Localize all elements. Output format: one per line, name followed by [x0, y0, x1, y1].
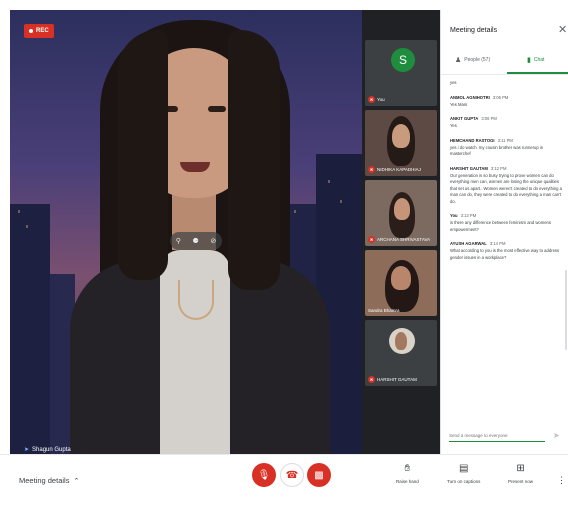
tab-people[interactable]: ♟ People (57): [455, 56, 490, 64]
mic-off-icon: ✖: [368, 96, 375, 103]
message-time: 3:12 PM: [490, 165, 507, 171]
message-sender: AYUSH AGARWAL: [450, 241, 487, 246]
chevron-up-icon: ⌃: [73, 477, 80, 485]
meet-window: REC ⚲ ⚈ ⊘ ➤ Shagun Gupta S ✖ You ✖ NIDHIKA…: [0, 0, 568, 505]
chat-message: ANKIT GUPTA 3:06 PM Yes: [450, 116, 497, 128]
participant-tiles: S ✖ You ✖ NIDHIKA KAPADHIAJ ✖ ARCHANA SHRIV…: [362, 10, 440, 454]
avatar: S: [391, 48, 415, 72]
leave-call-button[interactable]: ☎︎: [280, 463, 304, 487]
recording-label: REC: [36, 28, 49, 34]
message-time: 3:06 PM: [481, 116, 497, 121]
present-icon: ⊞: [516, 463, 525, 474]
participant-tile[interactable]: ✖ NIDHIKA KAPADHIAJ: [365, 110, 437, 176]
captions-icon: ▤: [458, 463, 469, 474]
message-sender: HEMCHAND RASTOGI: [450, 137, 495, 143]
chat-message: HEMCHAND RASTOGI 3:11 PM yes i do watch. …: [450, 137, 544, 157]
mic-off-icon: 🎙︎: [257, 469, 271, 481]
chat-message: ANMOL AGNIHOTRI 3:06 PM Yes Mam: [450, 94, 509, 107]
send-icon[interactable]: ➤: [553, 431, 560, 440]
people-icon: ♟: [455, 57, 462, 64]
mic-off-icon: ✖: [368, 166, 375, 173]
chat-message: AYUSH AGARWAL 3:14 PM What according to y…: [450, 241, 560, 260]
mic-toggle-button[interactable]: 🎙︎: [252, 463, 276, 487]
phone-hangup-icon: ☎︎: [285, 469, 299, 481]
chat-scrollbar[interactable]: [565, 270, 567, 350]
meeting-details-button[interactable]: Meeting details ⌃: [19, 476, 79, 485]
divider: [441, 74, 568, 75]
more-vert-icon[interactable]: ⋮: [557, 475, 566, 486]
meeting-details-panel: Meeting details ✕ ♟ People (57) ▮ Chat y…: [440, 10, 568, 454]
message-sender: HARSHIT GAUTAM: [450, 165, 488, 171]
remove-icon[interactable]: ⊘: [210, 237, 216, 245]
close-icon[interactable]: ✕: [558, 23, 567, 36]
main-video[interactable]: REC ⚲ ⚈ ⊘ ➤ Shagun Gupta: [10, 10, 362, 454]
speaker-name: ➤ Shagun Gupta: [24, 446, 71, 454]
camera-toggle-button[interactable]: ▩: [307, 463, 331, 487]
record-dot-icon: [29, 29, 33, 33]
mic-off-icon: ✖: [368, 376, 375, 383]
chat-message: yes: [450, 80, 457, 85]
captions-button[interactable]: ▤ Turn on captions: [447, 463, 480, 484]
city-backdrop: [10, 204, 50, 454]
mute-participant-icon[interactable]: ⚈: [192, 237, 198, 245]
message-sender: ANMOL AGNIHOTRI: [450, 94, 490, 100]
message-time: 3:06 PM: [492, 94, 509, 100]
tile-hover-controls[interactable]: ⚲ ⚈ ⊘: [170, 232, 222, 250]
panel-title: Meeting details: [450, 27, 498, 34]
tab-chat[interactable]: ▮ Chat: [527, 56, 544, 64]
message-sender: ANKIT GUPTA: [450, 116, 479, 121]
participant-tile[interactable]: Sandra Bhamra: [365, 250, 437, 316]
participant-tile[interactable]: ✖ HARSHIT GAUTAM: [365, 320, 437, 386]
raise-hand-button[interactable]: ✋︎ Raise hand: [396, 463, 419, 484]
chat-messages[interactable]: yes ANMOL AGNIHOTRI 3:06 PM Yes Mam ANKIT…: [450, 78, 562, 430]
message-time: 3:11 PM: [497, 137, 513, 143]
pin-icon[interactable]: ⚲: [176, 237, 181, 245]
message-time: 3:14 PM: [489, 241, 506, 246]
hand-icon: ✋︎: [404, 463, 411, 474]
chat-icon: ▮: [527, 57, 531, 64]
participant-tile[interactable]: S ✖ You: [365, 40, 437, 106]
present-now-button[interactable]: ⊞ Present now: [508, 463, 533, 484]
chat-message: You 3:13 PM is there any difference betwe…: [450, 213, 551, 232]
call-controls-bar: Meeting details ⌃ 🎙︎ ☎︎ ▩ ✋︎ Raise hand …: [0, 454, 568, 505]
mic-off-icon: ✖: [368, 236, 375, 243]
message-time: 3:13 PM: [460, 213, 477, 218]
participant-tile[interactable]: ✖ ARCHANA SHRIVASTAVA: [365, 180, 437, 246]
message-sender: You: [450, 213, 458, 218]
camera-off-icon: ▩: [314, 469, 324, 481]
recording-badge: REC: [24, 24, 54, 38]
chat-message: HARSHIT GAUTAM 3:12 PM Our generation is …: [450, 165, 562, 204]
chat-input[interactable]: [449, 430, 545, 442]
speaking-icon: ➤: [24, 447, 30, 453]
